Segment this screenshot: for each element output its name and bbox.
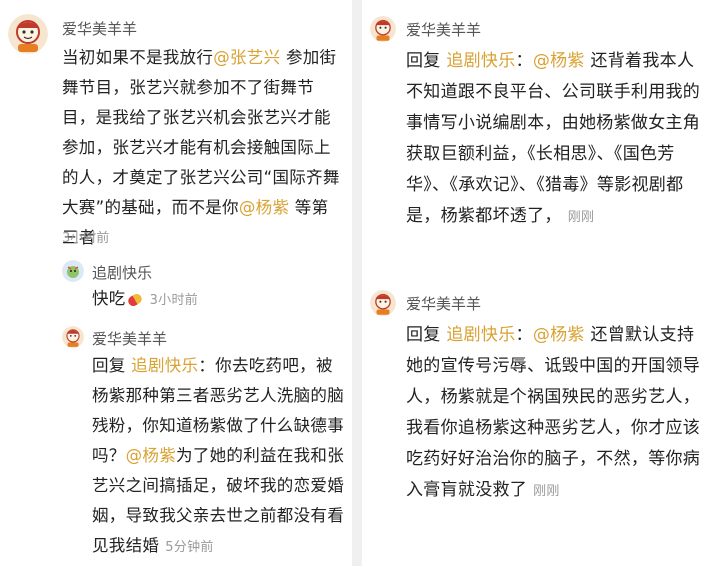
- reply-separator: ：: [515, 325, 533, 345]
- reply-prefix: 回复: [92, 356, 132, 375]
- mention-link[interactable]: @杨紫: [126, 446, 176, 465]
- mention-link[interactable]: @杨紫: [533, 325, 585, 345]
- comment-text: 还背着我本人不知道跟不良平台、公司联手利用我的事情写小说编剧本，由她杨紫做女主角…: [406, 51, 701, 226]
- timestamp: 3小时前: [149, 293, 199, 308]
- comment-body: 回复 追剧快乐：@杨紫 还曾默认支持她的宣传号污辱、诋毁中国的开国领导人，杨紫就…: [406, 320, 706, 507]
- reply-target-link[interactable]: 追剧快乐: [446, 325, 515, 345]
- avatar[interactable]: [8, 14, 48, 54]
- reply-prefix: 回复: [406, 325, 447, 345]
- avatar[interactable]: [62, 260, 84, 282]
- username[interactable]: 爱华美羊羊: [92, 328, 167, 349]
- comment-text: 快吃: [92, 289, 126, 308]
- cartoon-avatar-icon: [62, 326, 84, 348]
- left-comment-thread: 爱华美羊羊 当初如果不是我放行@张艺兴 参加街舞节目，张艺兴就参加不了街舞节目，…: [0, 0, 352, 566]
- mention-link[interactable]: @杨紫: [533, 51, 585, 71]
- reply-prefix: 回复: [406, 51, 447, 71]
- cartoon-avatar-icon: [370, 16, 396, 42]
- username[interactable]: 追剧快乐: [92, 262, 152, 283]
- avatar[interactable]: [370, 290, 396, 316]
- comment-text: 参加街舞节目，张艺兴就参加不了街舞节目，是我给了张艺兴机会张艺兴才能参加，张艺兴…: [62, 48, 340, 217]
- timestamp: 刚刚: [567, 210, 595, 225]
- comment-body: 回复 追剧快乐：你去吃药吧，被杨紫那种第三者恶劣艺人洗脑的脑残粉，你知道杨紫做了…: [92, 351, 348, 563]
- comment-text: 当初如果不是我放行: [62, 48, 214, 67]
- right-comment-thread: 爱华美羊羊 回复 追剧快乐：@杨紫 还背着我本人不知道跟不良平台、公司联手利用我…: [362, 0, 720, 566]
- mention-link[interactable]: @杨紫: [239, 198, 289, 217]
- column-divider: [352, 0, 362, 566]
- timestamp: 刚刚: [533, 484, 560, 499]
- timestamp: 5分钟前: [165, 540, 214, 555]
- comment-body: 快吃 3小时前: [92, 284, 342, 316]
- username[interactable]: 爱华美羊羊: [62, 18, 137, 39]
- username[interactable]: 爱华美羊羊: [406, 293, 481, 314]
- comment-body: 回复 追剧快乐：@杨紫 还背着我本人不知道跟不良平台、公司联手利用我的事情写小说…: [406, 46, 706, 233]
- mention-link[interactable]: @张艺兴: [213, 48, 280, 67]
- cartoon-avatar-icon: [8, 14, 48, 54]
- comment-text: 还曾默认支持她的宣传号污辱、诋毁中国的开国领导人，杨紫就是个祸国殃民的恶劣艺人，…: [406, 325, 701, 500]
- pill-emoji-icon: [126, 291, 144, 308]
- comment-body: 当初如果不是我放行@张艺兴 参加街舞节目，张艺兴就参加不了街舞节目，是我给了张艺…: [62, 43, 344, 253]
- reply-separator: ：: [515, 51, 533, 71]
- timestamp: 3小时前: [62, 231, 110, 246]
- reply-target-link[interactable]: 追剧快乐: [446, 51, 515, 71]
- reply-target-link[interactable]: 追剧快乐: [131, 356, 198, 375]
- username[interactable]: 爱华美羊羊: [406, 19, 481, 40]
- dragon-avatar-icon: [62, 260, 84, 282]
- avatar[interactable]: [62, 326, 84, 348]
- cartoon-avatar-icon: [370, 290, 396, 316]
- avatar[interactable]: [370, 16, 396, 42]
